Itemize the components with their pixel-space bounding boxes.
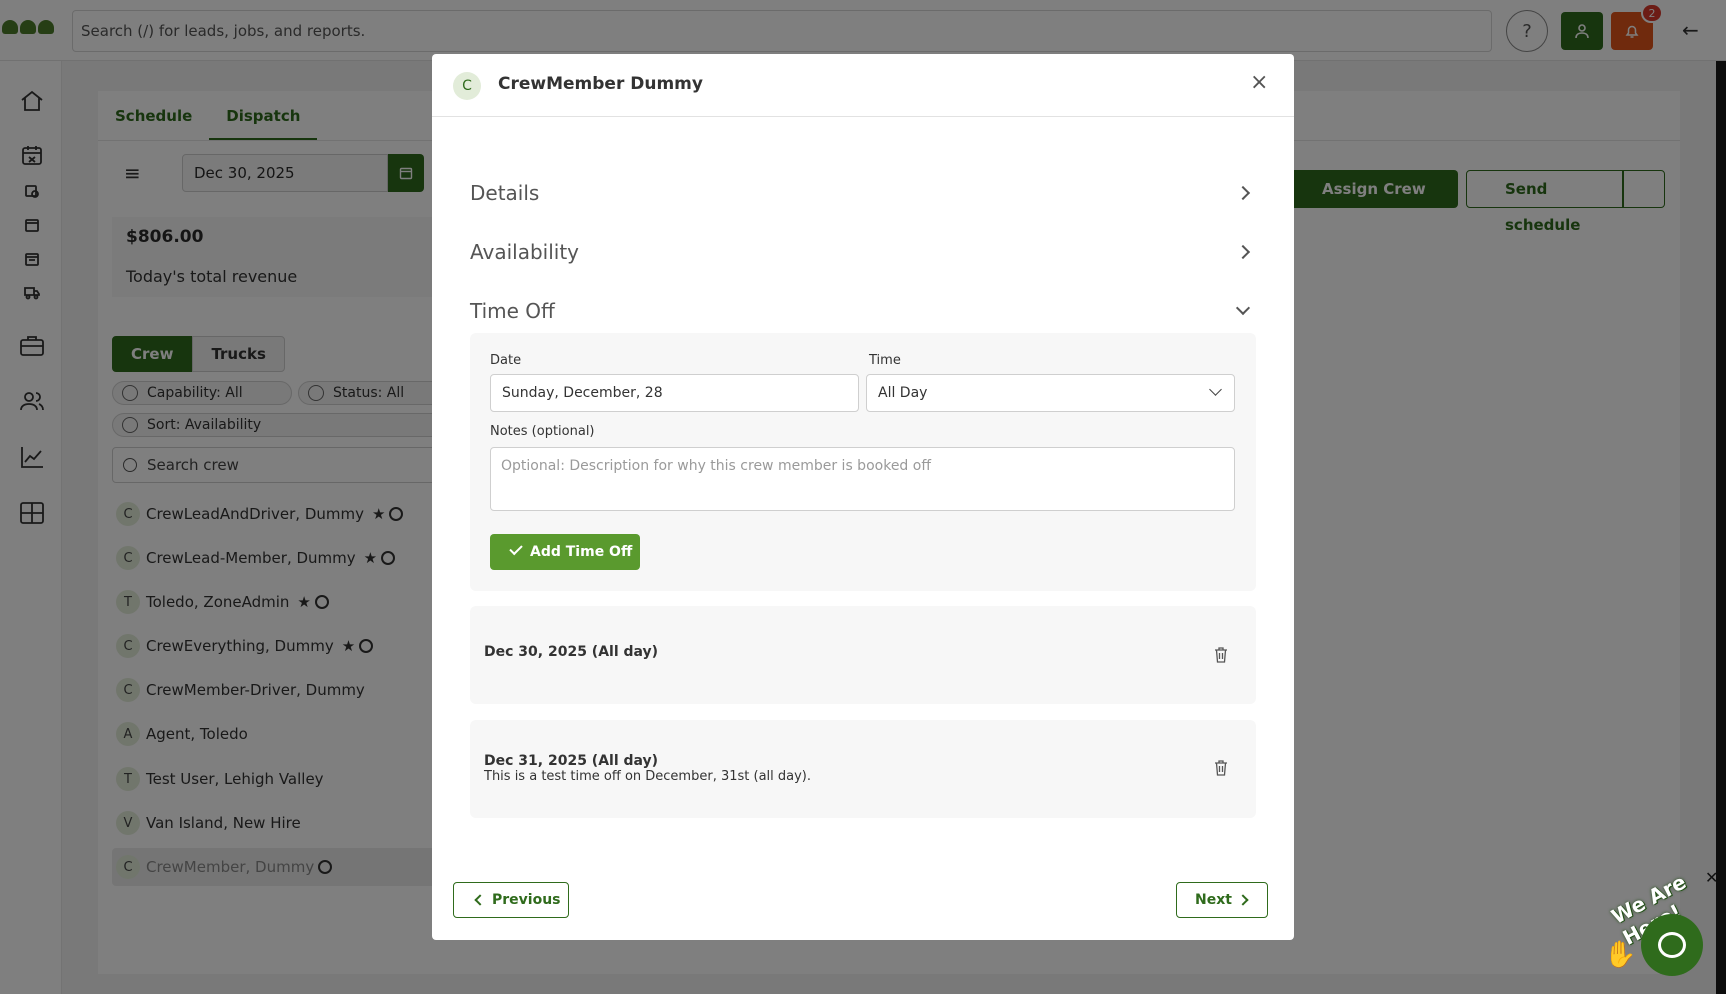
- trash-icon[interactable]: [1214, 760, 1228, 776]
- availability-section-header[interactable]: Availability: [470, 232, 1256, 272]
- notes-label: Notes (optional): [490, 424, 595, 439]
- details-section-label: Details: [470, 181, 540, 205]
- chevron-right-icon: [1237, 894, 1249, 906]
- check-icon: [509, 541, 523, 556]
- close-icon[interactable]: ×: [1250, 72, 1268, 94]
- time-select[interactable]: All Day: [866, 374, 1235, 412]
- availability-section-label: Availability: [470, 240, 580, 264]
- chevron-left-icon: [474, 894, 486, 906]
- time-off-entry: Dec 31, 2025 (All day) This is a test ti…: [470, 720, 1256, 818]
- time-off-section-header[interactable]: Time Off: [470, 291, 1256, 331]
- add-time-off-label: Add Time Off: [530, 544, 633, 560]
- previous-button-label: Previous: [492, 892, 561, 908]
- chat-launcher-button[interactable]: [1641, 914, 1703, 976]
- modal-title: CrewMember Dummy: [498, 74, 703, 94]
- date-label: Date: [490, 353, 522, 368]
- trash-icon[interactable]: [1214, 647, 1228, 663]
- waving-hand-icon: ✋: [1604, 940, 1637, 970]
- add-time-off-button[interactable]: Add Time Off: [490, 534, 640, 570]
- modal-header: C CrewMember Dummy ×: [432, 54, 1294, 117]
- time-off-entry-note: This is a test time off on December, 31s…: [484, 769, 812, 784]
- time-off-entry: Dec 30, 2025 (All day): [470, 606, 1256, 704]
- avatar: C: [453, 72, 481, 100]
- next-button[interactable]: Next: [1176, 882, 1268, 918]
- next-button-label: Next: [1195, 892, 1232, 908]
- crew-member-modal: C CrewMember Dummy × Details Availabilit…: [432, 54, 1294, 940]
- time-off-section-label: Time Off: [470, 299, 555, 323]
- time-off-form: Date Time Sunday, December, 28 All Day N…: [470, 333, 1256, 591]
- chevron-down-icon: [1209, 383, 1222, 396]
- time-off-entry-title: Dec 30, 2025 (All day): [484, 644, 659, 660]
- previous-button[interactable]: Previous: [453, 882, 569, 918]
- details-section-header[interactable]: Details: [470, 173, 1256, 213]
- time-label: Time: [869, 353, 901, 368]
- chevron-down-icon: [1235, 300, 1251, 316]
- time-off-entry-title: Dec 31, 2025 (All day): [484, 753, 659, 769]
- notes-textarea[interactable]: Optional: Description for why this crew …: [490, 447, 1235, 511]
- date-field[interactable]: Sunday, December, 28: [490, 374, 859, 412]
- chevron-right-icon: [1235, 185, 1251, 201]
- time-select-value: All Day: [878, 385, 928, 401]
- chevron-right-icon: [1235, 244, 1251, 260]
- chat-bubble-icon: [1658, 932, 1686, 958]
